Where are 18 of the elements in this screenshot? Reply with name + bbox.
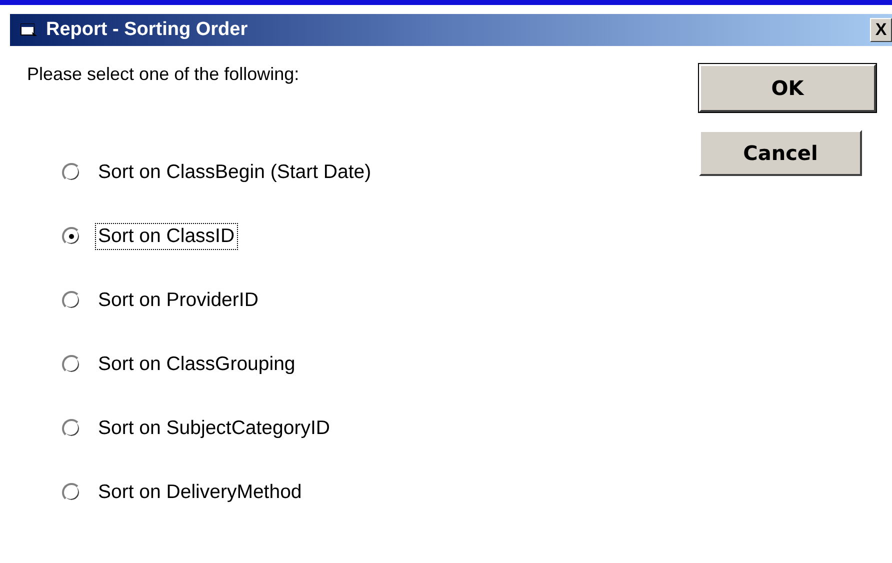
radio-button[interactable] xyxy=(62,483,81,502)
radio-button[interactable] xyxy=(62,163,81,182)
option-label[interactable]: Sort on ClassID xyxy=(95,223,238,250)
radio-button[interactable] xyxy=(62,355,81,374)
instruction-text: Please select one of the following: xyxy=(27,64,300,85)
radio-button[interactable] xyxy=(62,227,81,246)
radio-button[interactable] xyxy=(62,419,81,438)
option-label[interactable]: Sort on SubjectCategoryID xyxy=(95,415,333,442)
cancel-button[interactable]: Cancel xyxy=(699,130,862,176)
option-label[interactable]: Sort on ClassBegin (Start Date) xyxy=(95,159,374,186)
option-label[interactable]: Sort on ClassGrouping xyxy=(95,351,298,378)
window-icon xyxy=(20,22,38,38)
close-button[interactable]: X xyxy=(870,18,892,42)
window-title: Report - Sorting Order xyxy=(46,19,249,41)
ok-button[interactable]: OK xyxy=(699,64,876,112)
option-label[interactable]: Sort on ProviderID xyxy=(95,287,262,314)
radio-button[interactable] xyxy=(62,291,81,310)
option-label[interactable]: Sort on DeliveryMethod xyxy=(95,479,305,506)
